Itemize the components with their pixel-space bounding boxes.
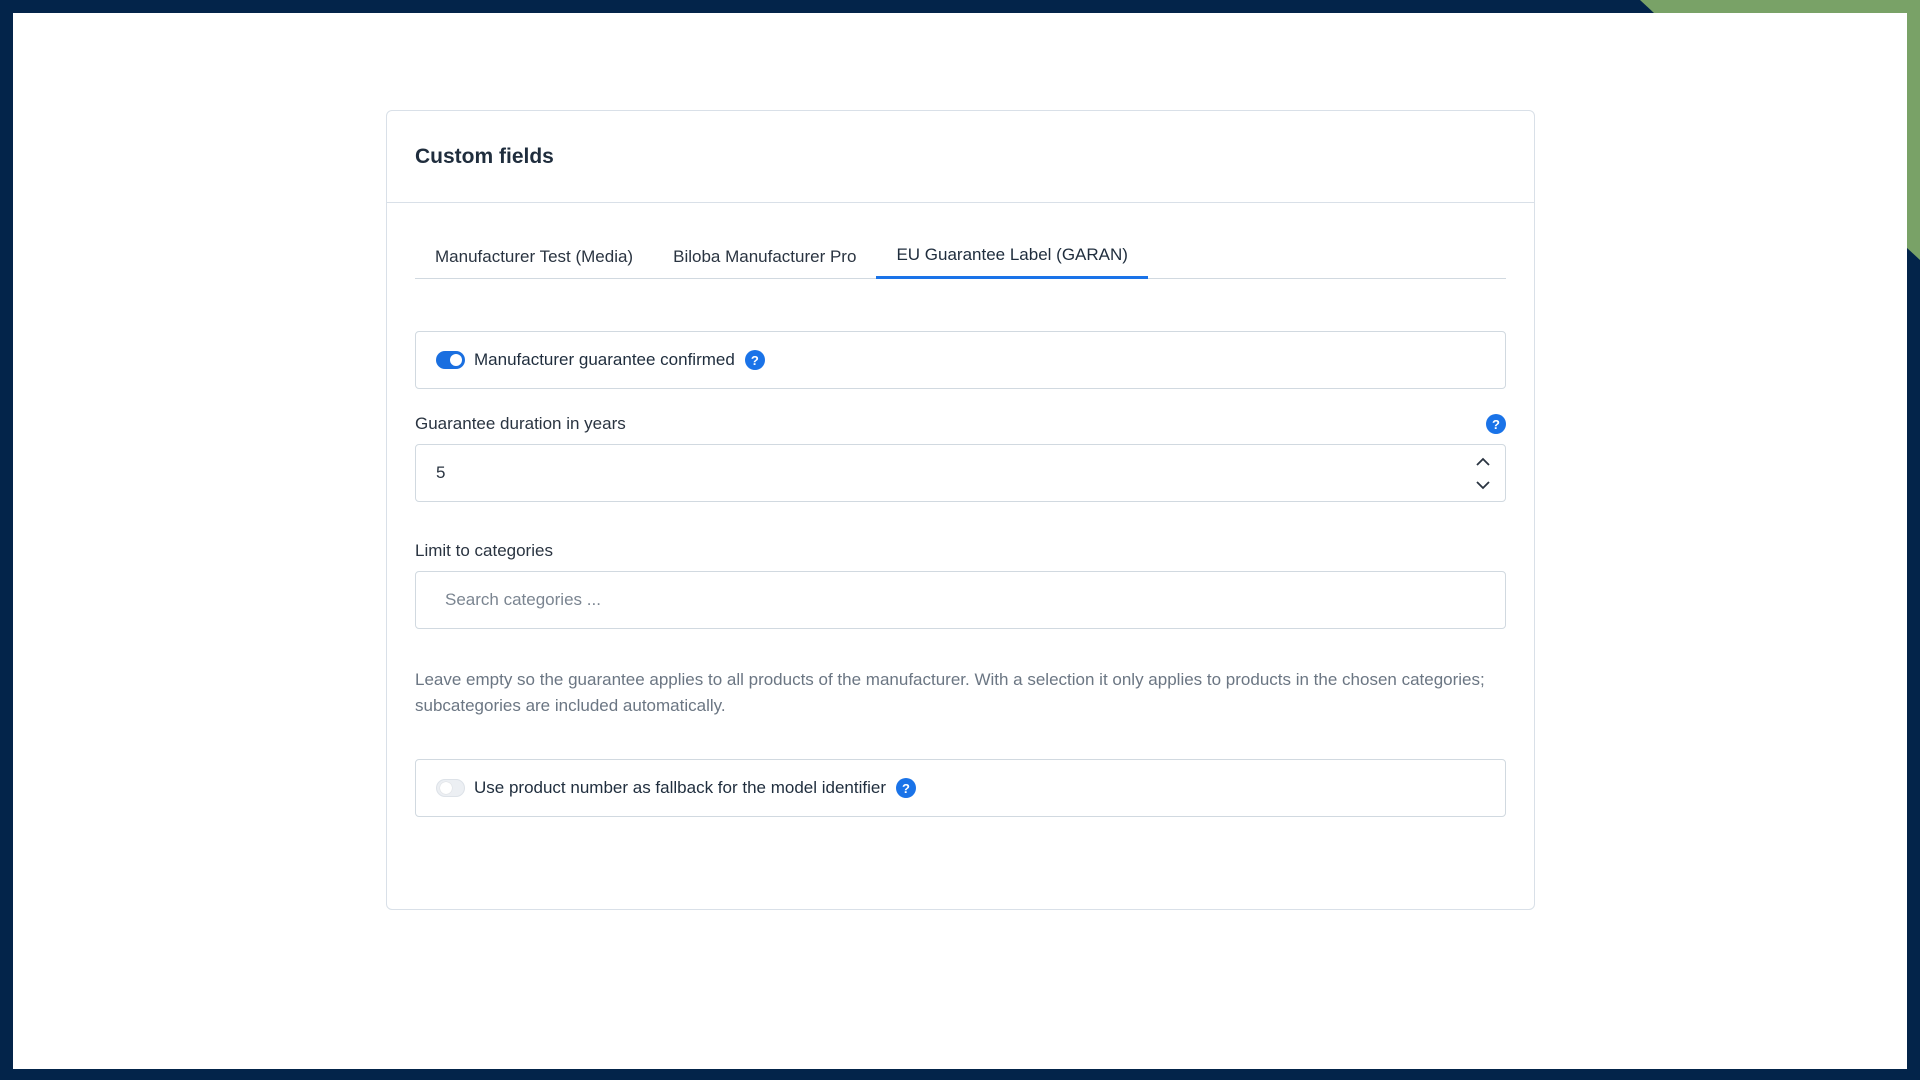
guarantee-duration-label: Guarantee duration in years — [415, 414, 626, 433]
categories-label: Limit to categories — [415, 541, 553, 560]
app-frame: Custom fields Manufacturer Test (Media) … — [0, 0, 1920, 1080]
question-icon[interactable]: ? — [895, 778, 916, 798]
guarantee-confirmed-toggle[interactable] — [436, 351, 465, 369]
question-icon[interactable]: ? — [744, 350, 765, 370]
guarantee-duration-field: Guarantee duration in years ? 5 — [415, 413, 1506, 502]
custom-fields-card: Custom fields Manufacturer Test (Media) … — [386, 110, 1535, 910]
tab-manufacturer-test-media[interactable]: Manufacturer Test (Media) — [415, 234, 653, 279]
tab-eu-guarantee-label[interactable]: EU Guarantee Label (GARAN) — [876, 234, 1148, 279]
card-header: Custom fields — [387, 111, 1534, 203]
categories-help-text: Leave empty so the guarantee applies to … — [415, 670, 1485, 715]
fallback-label: Use product number as fallback for the m… — [474, 778, 886, 797]
fallback-toggle[interactable] — [436, 779, 465, 797]
fallback-field: Use product number as fallback for the m… — [415, 759, 1506, 817]
categories-field: Limit to categories Search categories ..… — [415, 540, 1506, 629]
categories-label-row: Limit to categories — [415, 540, 1506, 562]
categories-search-input[interactable]: Search categories ... — [415, 571, 1506, 629]
card-title: Custom fields — [415, 144, 554, 168]
tab-bar: Manufacturer Test (Media) Biloba Manufac… — [415, 233, 1506, 279]
guarantee-duration-label-row: Guarantee duration in years ? — [415, 413, 1506, 435]
card-body: Manufacturer Test (Media) Biloba Manufac… — [387, 233, 1534, 817]
guarantee-confirmed-field: Manufacturer guarantee confirmed ? — [415, 331, 1506, 389]
question-icon[interactable]: ? — [1486, 414, 1506, 434]
guarantee-duration-input[interactable]: 5 — [415, 444, 1506, 502]
page-content: Custom fields Manufacturer Test (Media) … — [13, 13, 1907, 1069]
guarantee-confirmed-label: Manufacturer guarantee confirmed — [474, 350, 735, 369]
number-stepper — [1473, 452, 1493, 494]
toggle-knob — [440, 782, 452, 794]
chevron-down-icon[interactable] — [1473, 476, 1493, 494]
tab-biloba-manufacturer-pro[interactable]: Biloba Manufacturer Pro — [653, 234, 876, 279]
chevron-up-icon[interactable] — [1473, 452, 1493, 470]
guarantee-duration-value[interactable]: 5 — [436, 463, 445, 483]
toggle-knob — [450, 354, 462, 366]
